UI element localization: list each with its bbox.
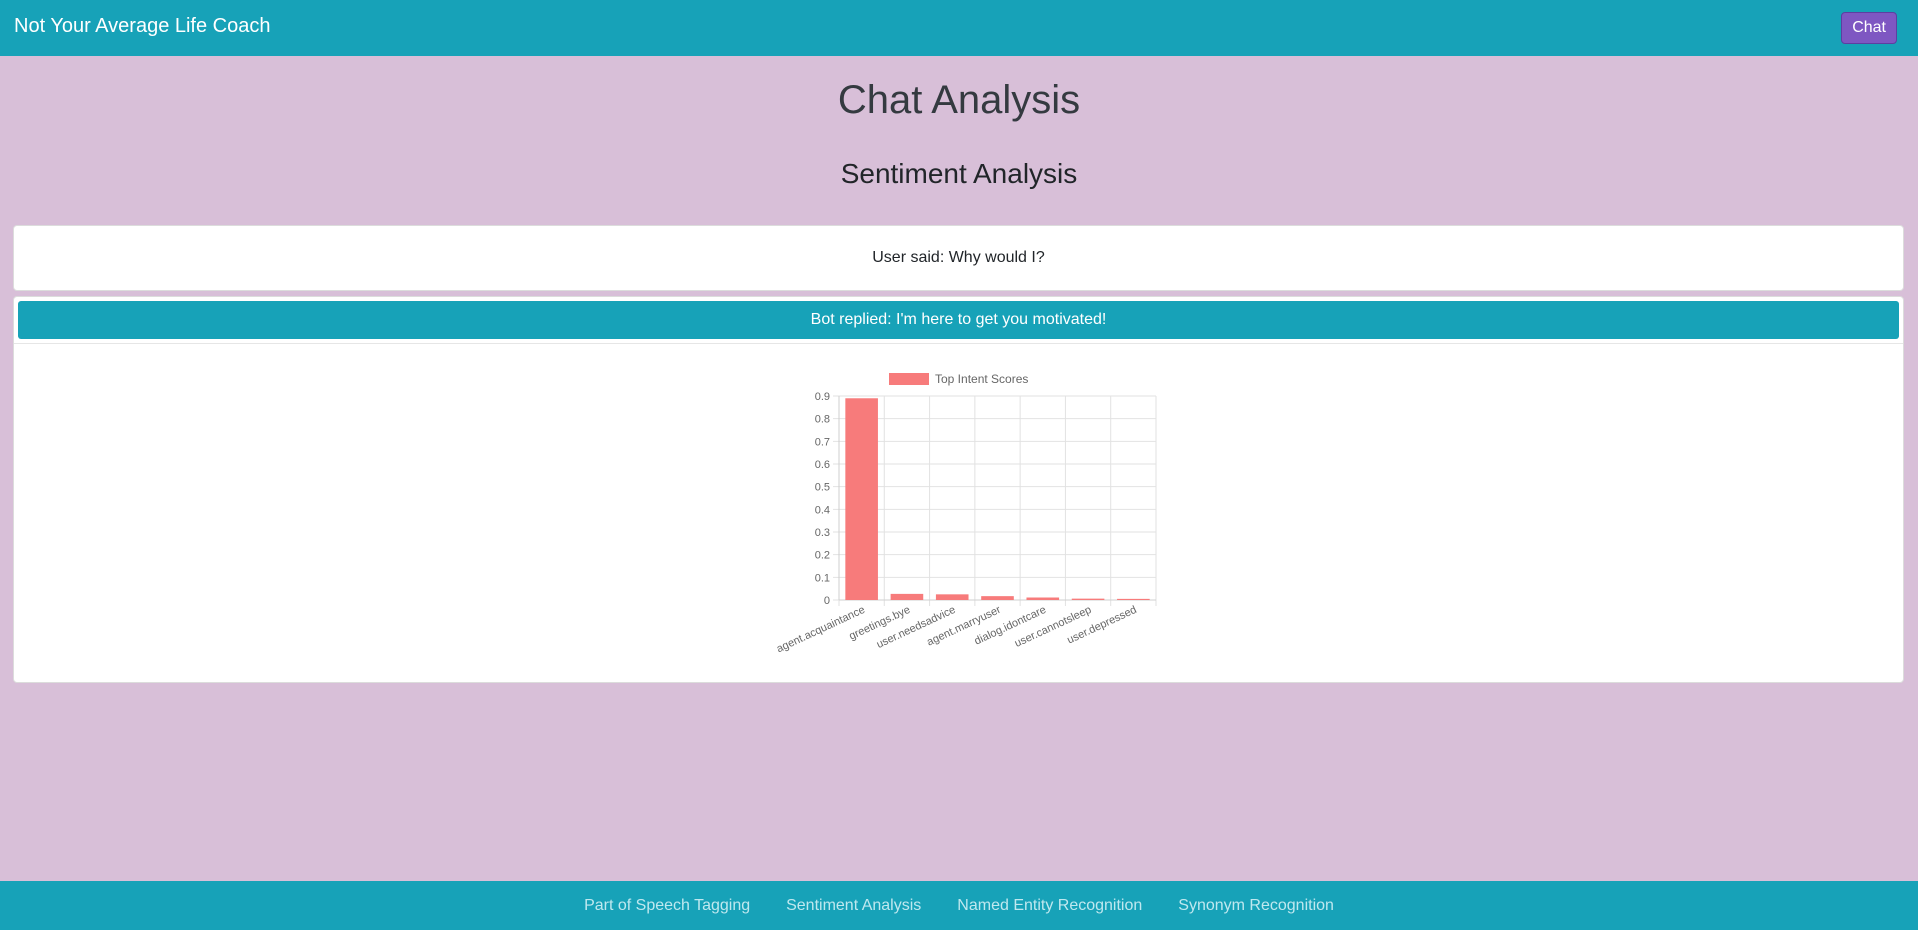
legend-label: Top Intent Scores xyxy=(935,372,1028,386)
footer-nav: Part of Speech Tagging Sentiment Analysis… xyxy=(0,881,1918,930)
footer: Part of Speech Tagging Sentiment Analysis… xyxy=(0,881,1918,930)
bar-agent-marryuser xyxy=(981,596,1014,600)
y-tick-label: 0.7 xyxy=(815,436,830,448)
y-tick-label: 0.2 xyxy=(815,550,830,562)
legend-swatch xyxy=(889,373,929,385)
user-message: User said: Why would I? xyxy=(872,249,1045,266)
intent-scores-chart: 00.10.20.30.40.50.60.70.80.9agent.acquai… xyxy=(775,372,1157,655)
brand-title[interactable]: Not Your Average Life Coach xyxy=(14,15,270,38)
page-title: Chat Analysis xyxy=(837,78,1081,122)
bot-reply-card: Bot replied: I'm here to get you motivat… xyxy=(13,296,1904,683)
bar-greetings-bye xyxy=(890,593,924,600)
footer-link-synonym-recognition[interactable]: Synonym Recognition xyxy=(1178,897,1334,915)
footer-link-sentiment-analysis[interactable]: Sentiment Analysis xyxy=(786,897,921,915)
section-title: Sentiment Analysis xyxy=(840,158,1078,189)
user-message-card: User said: Why would I? xyxy=(13,225,1904,291)
footer-link-named-entity-recognition[interactable]: Named Entity Recognition xyxy=(957,897,1142,915)
y-tick-label: 0.8 xyxy=(815,414,830,426)
y-tick-label: 0.3 xyxy=(815,527,830,539)
bar-agent-acquaintance xyxy=(845,398,878,600)
footer-link-part-of-speech-tagging[interactable]: Part of Speech Tagging xyxy=(584,897,750,915)
y-tick-label: 0.6 xyxy=(815,459,830,471)
navbar: Not Your Average Life Coach Chat xyxy=(0,0,1918,56)
x-tick-label: user.cannotsleep xyxy=(1013,604,1093,650)
y-tick-label: 0.9 xyxy=(815,391,830,403)
y-tick-label: 0.1 xyxy=(815,572,830,584)
bar-user-depressed xyxy=(1117,598,1150,600)
bar-dialog-idontcare xyxy=(1026,597,1060,600)
y-tick-label: 0.4 xyxy=(815,504,830,516)
chat-button[interactable]: Chat xyxy=(1841,12,1897,44)
bar-user-needsadvice xyxy=(935,594,969,600)
y-tick-label: 0 xyxy=(824,595,830,607)
bar-user-cannotsleep xyxy=(1071,598,1105,600)
y-tick-label: 0.5 xyxy=(815,482,830,494)
